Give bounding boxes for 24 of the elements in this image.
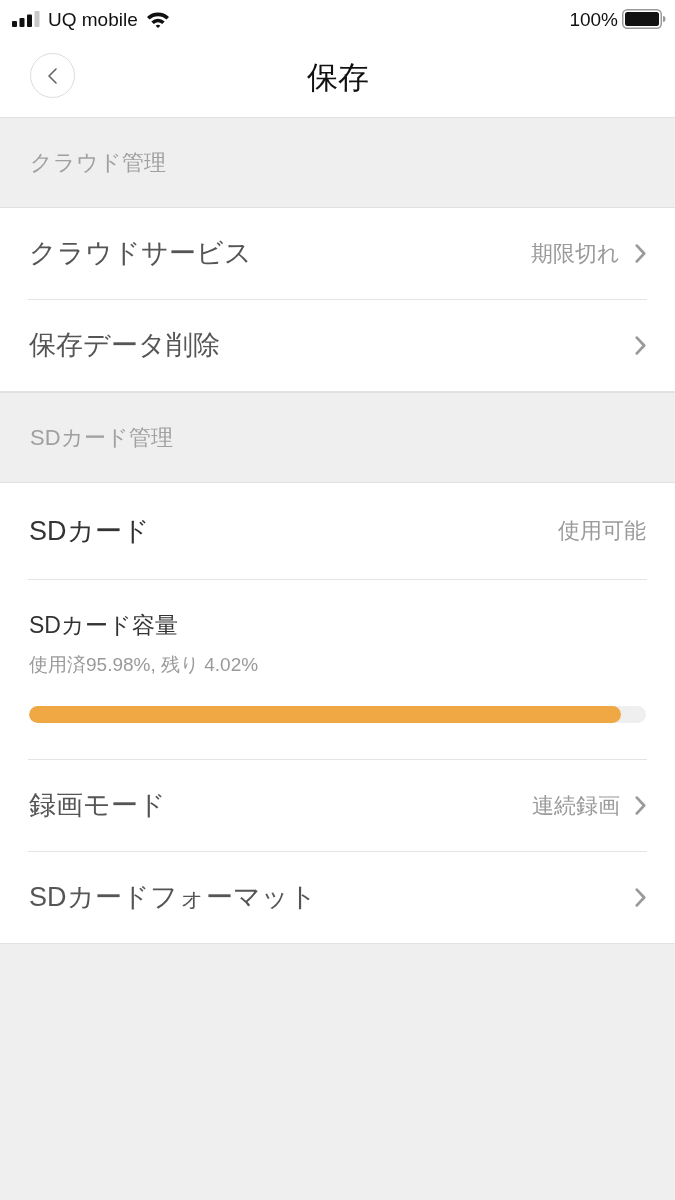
back-button[interactable] — [30, 53, 75, 98]
battery-icon — [622, 9, 666, 29]
battery-percentage: 100% — [569, 9, 618, 29]
page-title: 保存 — [306, 62, 369, 93]
carrier-name: UQ mobile — [48, 9, 138, 29]
row-label: 録画モード — [29, 792, 166, 819]
row-label: SDカードフォーマット — [29, 884, 317, 911]
row-value: 使用可能 — [558, 520, 646, 542]
section-header: クラウド管理 — [30, 151, 166, 174]
wifi-icon — [145, 10, 170, 28]
chevron-left-icon — [48, 67, 57, 84]
chevron-right-icon — [635, 336, 646, 355]
signal-icon — [12, 11, 40, 27]
section-header: SDカード管理 — [30, 426, 173, 449]
chevron-right-icon — [635, 888, 646, 907]
row-value: 連続録画 — [532, 794, 620, 817]
row-label: SDカード — [29, 517, 150, 545]
row-label: 保存データ削除 — [29, 332, 220, 359]
chevron-right-icon — [635, 796, 646, 815]
row-label: クラウドサービス — [29, 240, 252, 267]
chevron-right-icon — [635, 244, 646, 263]
storage-label: SDカード容量 — [29, 611, 179, 639]
row-value: 期限切れ — [531, 242, 620, 265]
storage-usage-text: 使用済95.98%, 残り 4.02% — [29, 653, 260, 677]
